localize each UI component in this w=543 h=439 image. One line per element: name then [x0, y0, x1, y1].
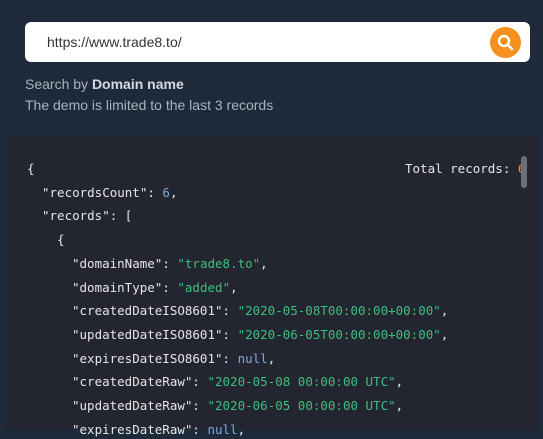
- code-token: {: [27, 161, 35, 176]
- code-line: {: [27, 160, 35, 178]
- code-token: ,: [237, 421, 246, 437]
- search-button[interactable]: [490, 27, 521, 58]
- code-token: "2020-06-05 00:00:00 UTC": [207, 398, 396, 413]
- search-icon: [497, 34, 514, 51]
- code-token: ,: [440, 303, 449, 319]
- code-line: "updatedDateISO8601": "2020-06-05T00:00:…: [72, 326, 448, 344]
- code-line: "updatedDateRaw": "2020-06-05 00:00:00 U…: [72, 397, 403, 415]
- search-hint: Search by Domain name: [25, 76, 184, 92]
- code-line: {: [57, 231, 65, 249]
- code-token: ,: [395, 398, 404, 413]
- code-token: ,: [395, 374, 404, 390]
- code-token: :: [222, 350, 238, 366]
- code-token: :: [162, 255, 178, 271]
- search-input[interactable]: [47, 22, 487, 62]
- code-line: "domainType": "added",: [72, 279, 238, 297]
- code-token: :: [192, 398, 208, 413]
- code-line: "expiresDateISO8601": null,: [72, 350, 275, 368]
- search-hint-prefix: Search by: [25, 76, 92, 92]
- code-token: "expiresDateRaw": [72, 421, 193, 437]
- code-token: "2020-05-08 00:00:00 UTC": [207, 374, 396, 390]
- code-token: ,: [230, 279, 238, 295]
- json-result-panel[interactable]: Total records: 6 {"recordsCount": 6,"rec…: [5, 136, 538, 437]
- code-line: "recordsCount": 6,: [42, 184, 177, 202]
- code-token: :: [147, 184, 163, 200]
- code-line: "records": [: [42, 207, 132, 225]
- code-token: null: [237, 350, 268, 366]
- code-line: "createdDateISO8601": "2020-05-08T00:00:…: [72, 302, 448, 320]
- code-token: "2020-05-08T00:00:00+00:00": [237, 303, 441, 319]
- code-token: {: [57, 232, 65, 248]
- code-token: "trade8.to": [177, 255, 261, 271]
- code-token: "expiresDateISO8601": [72, 350, 223, 366]
- code-token: :: [192, 421, 208, 437]
- code-token: "added": [177, 279, 231, 295]
- code-token: :: [222, 303, 238, 319]
- code-token: ,: [169, 184, 178, 200]
- code-token: "2020-06-05T00:00:00+00:00": [237, 326, 441, 342]
- total-records-label: Total records:: [405, 161, 518, 176]
- code-line: "expiresDateRaw": null,: [72, 421, 245, 439]
- code-token: "domainType": [72, 279, 163, 295]
- code-token: "updatedDateISO8601": [72, 326, 223, 342]
- search-hint-mode: Domain name: [91, 76, 184, 92]
- code-token: ,: [267, 350, 276, 366]
- code-token: "records": [42, 208, 110, 224]
- code-line: "createdDateRaw": "2020-05-08 00:00:00 U…: [72, 373, 403, 391]
- code-token: "recordsCount": [42, 184, 148, 200]
- code-token: :: [222, 326, 238, 342]
- code-token: "updatedDateRaw": [72, 398, 193, 413]
- code-token: :: [192, 374, 208, 390]
- code-token: ,: [260, 255, 268, 271]
- code-token: "domainName": [72, 255, 163, 271]
- code-token: null: [207, 421, 238, 437]
- search-box: [25, 22, 530, 62]
- total-records: Total records: 6: [405, 160, 525, 178]
- scrollbar-thumb[interactable]: [521, 156, 527, 188]
- code-token: :: [162, 279, 178, 295]
- search-panel: Search by Domain name The demo is limite…: [0, 0, 543, 135]
- demo-limit-note: The demo is limited to the last 3 record…: [25, 97, 274, 113]
- code-token: "createdDateRaw": [72, 374, 193, 390]
- code-line: "domainName": "trade8.to",: [72, 255, 268, 273]
- code-token: : [: [109, 208, 133, 224]
- code-token: "createdDateISO8601": [72, 303, 223, 319]
- code-token: 6: [162, 184, 170, 200]
- code-token: ,: [440, 326, 449, 342]
